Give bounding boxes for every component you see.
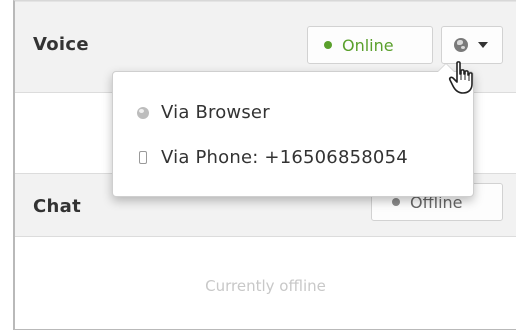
phone-icon: [139, 151, 147, 164]
app-stage: Voice Online Offline Chat Currently offl…: [0, 0, 516, 332]
voice-title: Voice: [33, 34, 89, 55]
globe-icon: [137, 106, 149, 119]
chat-empty-message: Currently offline: [205, 277, 326, 295]
caret-down-icon: [478, 42, 488, 48]
hand-pointer-icon: [448, 61, 473, 94]
online-status-dot-icon: [324, 41, 332, 49]
voice-mode-dropdown-button[interactable]: [441, 26, 503, 64]
offline-status-dot-icon: [392, 198, 400, 206]
menu-item-label: Via Browser: [161, 102, 270, 123]
globe-icon: [454, 38, 468, 52]
menu-item-via-phone[interactable]: Via Phone: +16506858054: [137, 147, 408, 168]
voice-status-button[interactable]: Online: [307, 26, 433, 64]
voice-mode-menu: Via Browser Via Phone: +16506858054: [112, 63, 474, 197]
menu-item-via-browser[interactable]: Via Browser: [137, 102, 270, 123]
voice-status-label: Online: [342, 35, 394, 55]
chat-title: Chat: [33, 196, 81, 217]
menu-item-label: Via Phone: +16506858054: [161, 147, 408, 168]
